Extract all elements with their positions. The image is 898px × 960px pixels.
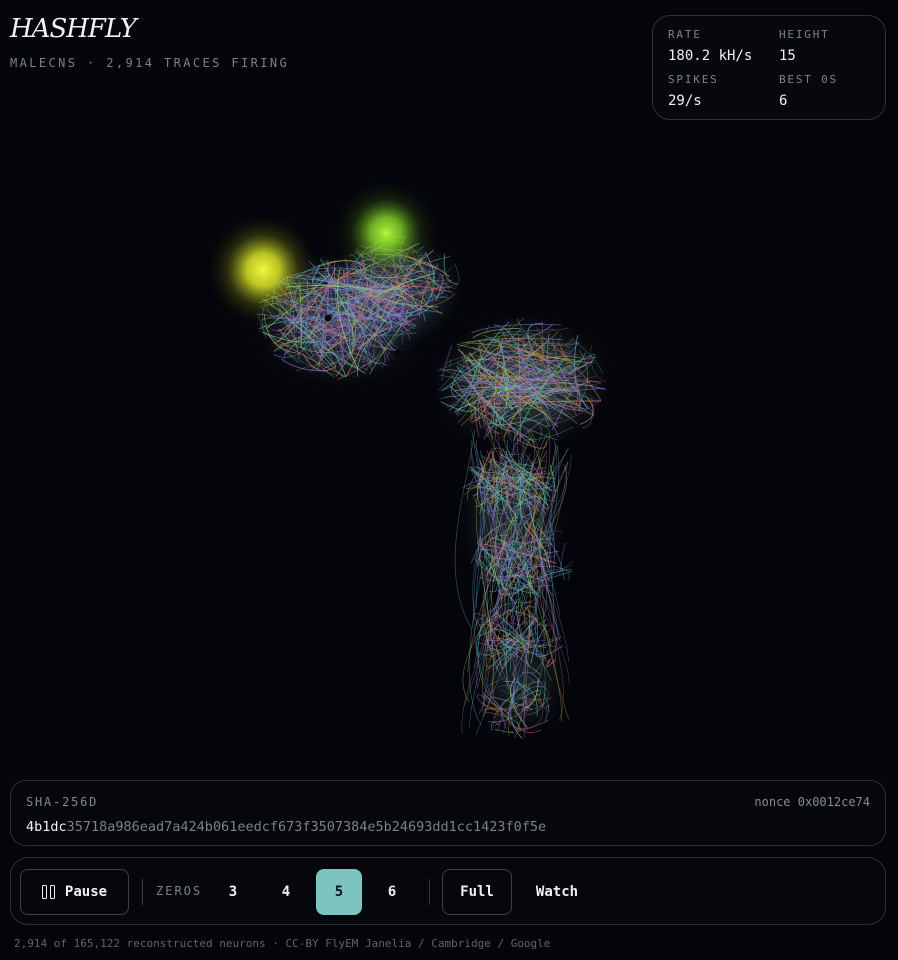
stat-value: 180.2 kH/s [668,48,753,64]
hash-remainder: 35718a986ead7a424b061eedcf673f3507384e5b… [66,819,547,835]
stat-spikes: SPIKES 29/s [668,73,719,109]
stat-value: 6 [779,93,788,109]
stats-panel: RATE 180.2 kH/s HEIGHT 15 SPIKES 29/s BE… [652,15,886,120]
stat-height: HEIGHT 15 [779,28,830,64]
app-subtitle: MALECNS · 2,914 TRACES FIRING [10,56,290,70]
stat-label: HEIGHT [779,28,830,41]
watch-button[interactable]: Watch [523,869,591,915]
stat-label: BEST 0S [779,73,838,86]
zeros-label: ZEROS [156,884,203,898]
spike-glow [208,215,318,325]
footer-attribution: 2,914 of 165,122 reconstructed neurons ·… [14,937,551,950]
marker-dot [324,314,332,322]
pause-button[interactable]: Pause [20,869,129,915]
hash-panel: SHA-256D nonce 0x0012ce74 4b1dc35718a986… [10,780,886,846]
zeros-option-6[interactable]: 6 [369,869,415,915]
zeros-option-4[interactable]: 4 [263,869,309,915]
full-button[interactable]: Full [442,869,512,915]
zeros-option-3[interactable]: 3 [210,869,256,915]
brand: HASHFLY MALECNS · 2,914 TRACES FIRING [10,14,289,70]
stat-label: RATE [668,28,702,41]
control-bar: Pause ZEROS 3 4 5 6 Full Watch [10,857,886,925]
stat-value: 29/s [668,93,702,109]
pause-icon [41,885,55,899]
stat-best-zeros: BEST 0S 6 [779,73,838,109]
nonce-value: nonce 0x0012ce74 [754,795,870,809]
stat-rate: RATE 180.2 kH/s [668,28,752,64]
hash-algorithm-label: SHA-256D [26,795,99,809]
zeros-option-5[interactable]: 5 [316,869,362,915]
hash-matched-prefix: 4b1dc [26,819,67,835]
stat-label: SPIKES [668,73,719,86]
marker-dot [395,348,403,356]
hash-value: 4b1dc35718a986ead7a424b061eedcf673f35073… [26,819,546,835]
pause-label: Pause [64,884,108,900]
app-title: HASHFLY [10,14,137,44]
stat-value: 15 [779,48,796,64]
spike-glow [333,180,439,286]
divider [142,879,143,905]
divider [429,879,430,905]
neuron-visualization[interactable] [0,130,898,770]
